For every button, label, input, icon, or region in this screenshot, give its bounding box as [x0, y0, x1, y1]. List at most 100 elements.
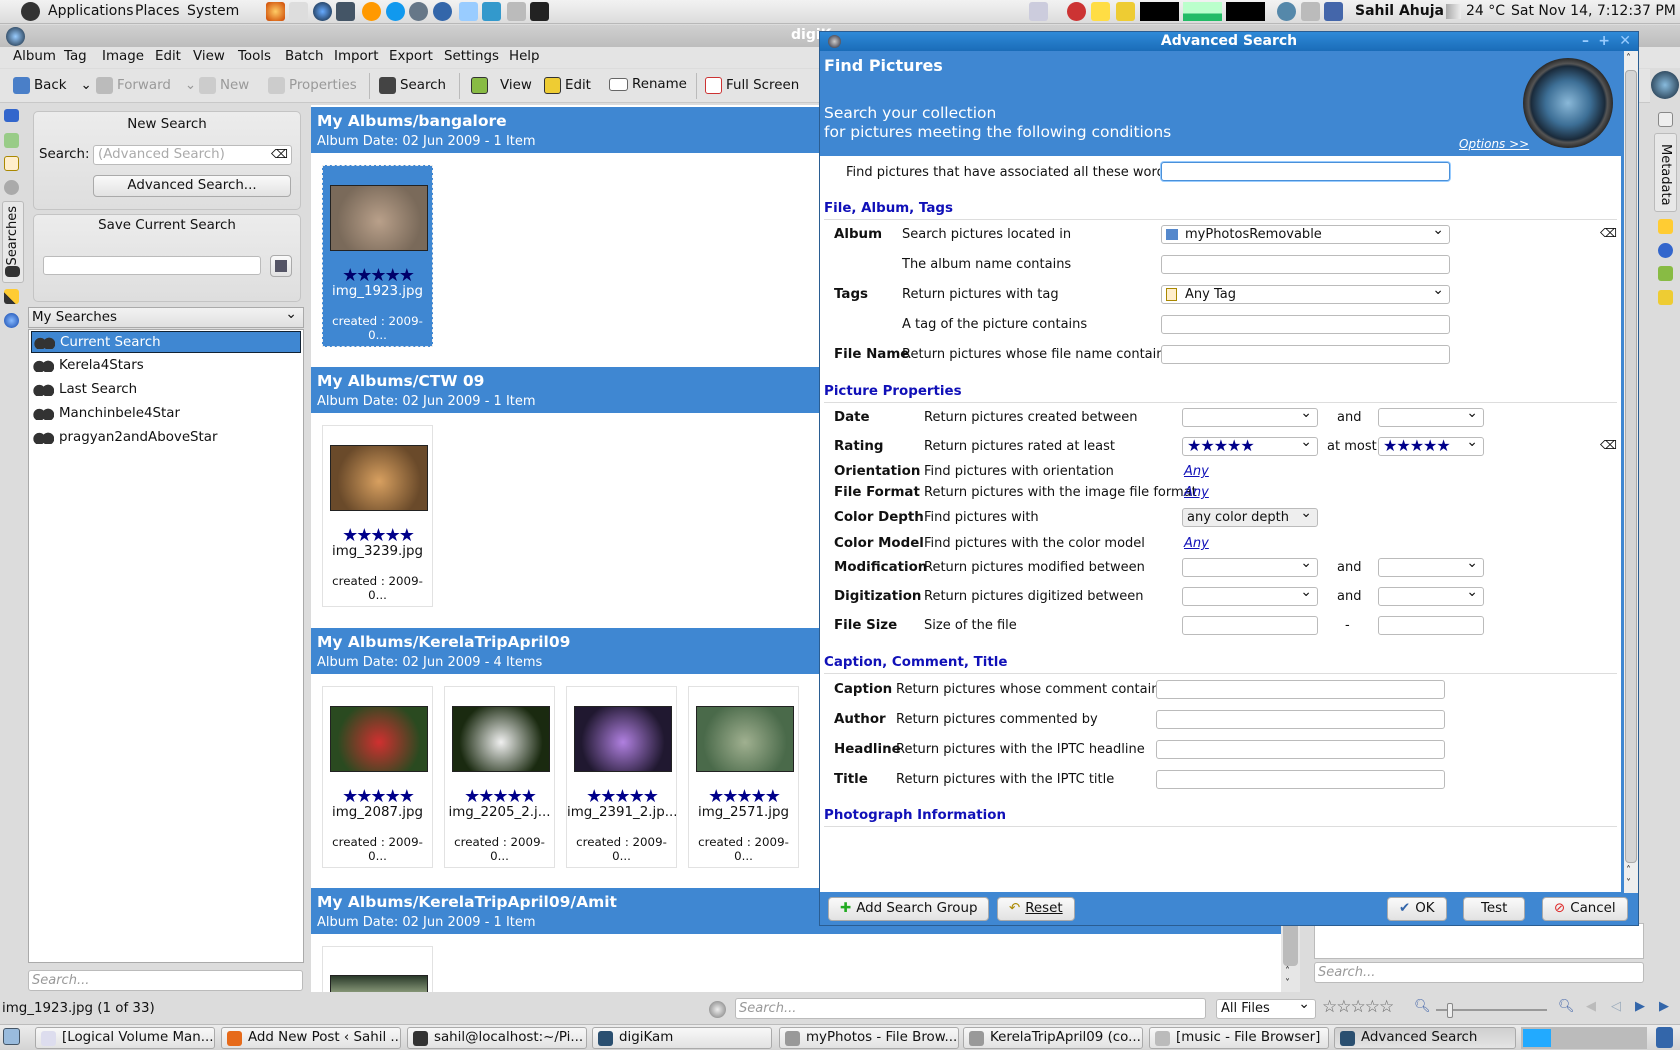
menu-tag[interactable]: Tag: [64, 49, 87, 64]
tab-searches[interactable]: Searches: [2, 201, 24, 283]
taskbar-item[interactable]: Advanced Search: [1334, 1027, 1516, 1049]
text-input[interactable]: [1161, 255, 1450, 274]
image-thumbnail[interactable]: ★★★★★ img_1923.jpg created : 2009-0...: [322, 165, 433, 347]
searches-filter-input[interactable]: Search...: [28, 970, 303, 991]
user-name[interactable]: Sahil Ahuja: [1355, 3, 1444, 19]
quick-search-input[interactable]: (Advanced Search) ⌫: [93, 145, 292, 165]
lock-icon[interactable]: [1116, 2, 1135, 21]
taskbar-item[interactable]: sahil@localhost:~/Pi...: [407, 1027, 587, 1049]
fullscreen-button[interactable]: Full Screen: [705, 77, 799, 94]
rename-button[interactable]: Rename: [609, 77, 687, 92]
combo-box[interactable]: Any Tag: [1161, 282, 1450, 304]
scroll-down-icon[interactable]: ˅: [1626, 878, 1631, 889]
remove-condition-icon[interactable]: ⌫: [1600, 438, 1617, 452]
zoom-slider-handle[interactable]: [1447, 1003, 1453, 1018]
menu-batch[interactable]: Batch: [285, 49, 324, 64]
thumbnail-image[interactable]: [330, 185, 428, 251]
image-thumbnail[interactable]: [322, 946, 433, 992]
monitor-icon[interactable]: [336, 2, 355, 21]
temperature[interactable]: 24 °C: [1466, 3, 1505, 19]
pointer-icon[interactable]: [482, 2, 501, 21]
back-button[interactable]: Back ⌄: [13, 77, 92, 94]
taskbar-item[interactable]: KerelaTripApril09 (co...: [963, 1027, 1143, 1049]
text-input[interactable]: [1161, 315, 1450, 334]
color-depth-combo[interactable]: any color depth: [1182, 505, 1318, 527]
any-link[interactable]: Any: [1184, 464, 1209, 479]
terminal-icon[interactable]: [530, 2, 549, 21]
scroll-up-icon[interactable]: ˄: [1285, 966, 1290, 977]
menu-export[interactable]: Export: [389, 49, 433, 64]
calendar-tab-icon[interactable]: [4, 133, 19, 148]
media-icon[interactable]: [1277, 2, 1296, 21]
map-search-tab-icon[interactable]: [4, 313, 19, 328]
advanced-search-button[interactable]: Advanced Search...: [93, 175, 291, 197]
ok-button[interactable]: ✔ OK: [1387, 897, 1447, 921]
zoom-out-icon[interactable]: 🔍︎: [1414, 999, 1431, 1014]
properties-tab-icon[interactable]: [1658, 112, 1673, 127]
tags-tab-icon[interactable]: [4, 156, 19, 171]
scrollbar-thumb[interactable]: [1283, 919, 1298, 966]
zoom-slider[interactable]: [1436, 1003, 1547, 1018]
music-icon[interactable]: [362, 2, 381, 21]
menu-settings[interactable]: Settings: [444, 49, 499, 64]
fuzzy-search-tab-icon[interactable]: [4, 289, 19, 304]
colors-tab-icon[interactable]: [1658, 219, 1673, 234]
firefox-icon[interactable]: [266, 2, 285, 21]
system-menu[interactable]: System: [187, 3, 239, 19]
network-icon[interactable]: [409, 2, 428, 21]
menu-image[interactable]: Image: [102, 49, 144, 64]
applet-icon[interactable]: [1029, 2, 1048, 21]
file-type-filter[interactable]: All Files: [1216, 996, 1316, 1019]
digikam-launcher-icon[interactable]: [313, 2, 332, 21]
any-link[interactable]: Any: [1184, 485, 1209, 500]
date-to-combo[interactable]: [1378, 555, 1484, 577]
thumbnail-image[interactable]: [452, 706, 550, 772]
text-input[interactable]: [1161, 345, 1450, 364]
menu-import[interactable]: Import: [334, 49, 378, 64]
clear-icon[interactable]: ⌫: [271, 147, 288, 161]
skype-icon[interactable]: [386, 2, 405, 21]
filters-tab-icon[interactable]: [1658, 290, 1673, 305]
rating-min-combo[interactable]: ★★★★★: [1182, 434, 1318, 456]
my-searches-header[interactable]: My Searches ⌄: [28, 306, 304, 328]
text-input[interactable]: [1156, 770, 1445, 789]
thumbnail-image[interactable]: [330, 975, 428, 992]
date-to-combo[interactable]: [1378, 584, 1484, 606]
size-from-spinbox[interactable]: [1182, 616, 1318, 635]
show-desktop-icon[interactable]: [3, 1028, 20, 1045]
any-link[interactable]: Any: [1184, 536, 1209, 551]
properties-button[interactable]: Properties: [268, 77, 357, 94]
maximize-icon[interactable]: +: [1598, 32, 1610, 51]
taskbar-item[interactable]: Add New Post ‹ Sahil ...: [221, 1027, 401, 1049]
edit-button[interactable]: Edit: [544, 77, 591, 94]
last-icon[interactable]: ▶: [1659, 999, 1669, 1014]
menu-edit[interactable]: Edit: [155, 49, 181, 64]
image-thumbnail[interactable]: ★★★★★ img_2391_2.jp... created : 2009-0...: [566, 686, 677, 868]
add-search-group-button[interactable]: ✚ Add Search Group: [828, 897, 990, 921]
search-list-item[interactable]: Current Search: [31, 331, 301, 353]
forward-button[interactable]: Forward ⌄: [96, 77, 196, 94]
volume-icon[interactable]: [1301, 2, 1320, 21]
text-input[interactable]: [1156, 680, 1445, 699]
menu-album[interactable]: Album: [13, 49, 56, 64]
date-from-combo[interactable]: [1182, 555, 1318, 577]
image-thumbnail[interactable]: ★★★★★ img_2571.jpg created : 2009-0...: [688, 686, 799, 868]
search-list-item[interactable]: Last Search: [31, 379, 301, 401]
geolocation-tab-icon[interactable]: [1658, 243, 1673, 258]
date-to-combo[interactable]: [1378, 405, 1484, 427]
taskbar-item[interactable]: [Logical Volume Man...: [35, 1027, 215, 1049]
rating-stars[interactable]: ★★★★★: [567, 786, 676, 807]
text-input[interactable]: [1156, 710, 1445, 729]
options-link[interactable]: Options >>: [1459, 137, 1529, 151]
metadata-filter-input[interactable]: Search...: [1314, 962, 1644, 983]
text-input[interactable]: [1156, 740, 1445, 759]
chevron-down-icon[interactable]: ⌄: [81, 78, 92, 93]
chevron-down-icon[interactable]: ⌄: [285, 306, 297, 322]
file-cabinet-icon[interactable]: [507, 2, 526, 21]
search-button[interactable]: Search: [379, 77, 446, 94]
size-to-spinbox[interactable]: [1378, 616, 1484, 635]
view-button[interactable]: View: [471, 77, 532, 94]
new-button[interactable]: New: [199, 77, 249, 94]
search-list-item[interactable]: pragyan2andAboveStar: [31, 427, 301, 449]
rating-stars[interactable]: ★★★★★: [445, 786, 554, 807]
